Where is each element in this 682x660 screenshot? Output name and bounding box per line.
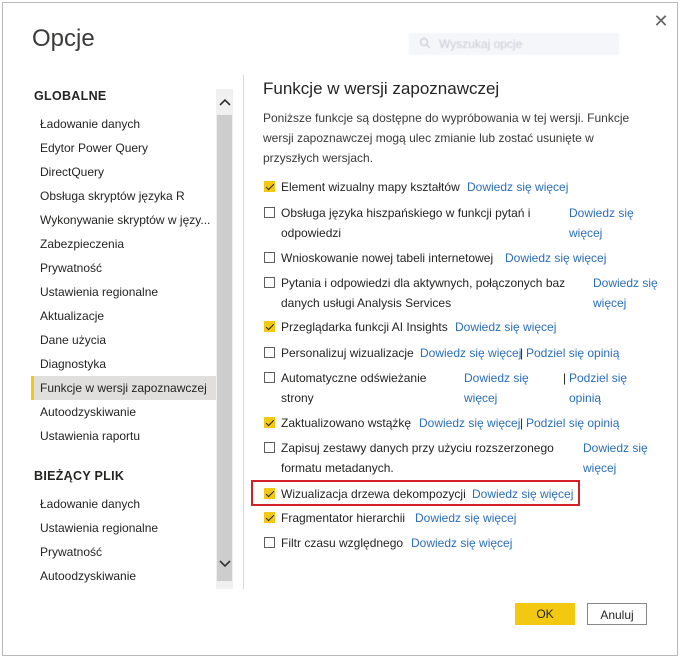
- feature-checkbox[interactable]: [264, 512, 275, 523]
- feature-label: Fragmentator hierarchii: [281, 511, 406, 525]
- nav-item-file-data-load[interactable]: Ładowanie danych: [31, 493, 216, 515]
- feature-label: Element wizualny mapy kształtów: [281, 180, 460, 194]
- ok-button[interactable]: OK: [515, 603, 575, 625]
- options-nav: GLOBALNE Ładowanie danych Edytor Power Q…: [31, 71, 241, 593]
- nav-item-script-execution[interactable]: Wykonywanie skryptów w języ...: [31, 209, 216, 231]
- feedback-link[interactable]: Podziel się opinią: [526, 343, 619, 363]
- section-title: Funkcje w wersji zapoznawczej: [263, 79, 500, 98]
- search-input[interactable]: Wyszukaj opcje: [409, 33, 619, 55]
- feature-checkbox[interactable]: [264, 252, 275, 263]
- nav-item-r-scripting[interactable]: Obsługa skryptów języka R: [31, 185, 216, 207]
- nav-item-privacy[interactable]: Prywatność: [31, 257, 216, 279]
- nav-item-data-load[interactable]: Ładowanie danych: [31, 113, 216, 135]
- feature-checkbox[interactable]: [264, 417, 275, 428]
- search-placeholder: Wyszukaj opcje: [439, 37, 523, 51]
- feature-checkbox[interactable]: [264, 442, 275, 453]
- learn-more-link[interactable]: Dowiedz się więcej: [467, 177, 568, 197]
- feature-label: Automatyczne odświeżanie strony: [281, 371, 427, 405]
- learn-more-link[interactable]: Dowiedz się więcej: [569, 203, 649, 243]
- options-dialog: Opcje ✕ Wyszukaj opcje GLOBALNE Ładowani…: [2, 2, 678, 656]
- learn-more-link[interactable]: Dowiedz się więcej: [455, 317, 556, 337]
- feature-checkbox[interactable]: [264, 537, 275, 548]
- nav-item-preview-features[interactable]: Funkcje w wersji zapoznawczej: [31, 376, 216, 400]
- link-separator: |: [520, 416, 524, 430]
- learn-more-link[interactable]: Dowiedz się więcej: [420, 343, 521, 363]
- nav-item-file-auto-recovery[interactable]: Autoodzyskiwanie: [31, 565, 216, 587]
- feature-label: Filtr czasu względnego: [281, 536, 404, 550]
- nav-item-report-settings[interactable]: Ustawienia raportu: [31, 425, 216, 447]
- nav-item-security[interactable]: Zabezpieczenia: [31, 233, 216, 255]
- scroll-thumb[interactable]: [217, 115, 232, 581]
- feature-label: Personalizuj wizualizacje: [281, 346, 414, 360]
- scroll-up-chevron-icon[interactable]: [216, 91, 233, 113]
- nav-heading-current-file: BIEŻĄCY PLIK: [34, 469, 125, 483]
- nav-item-power-query[interactable]: Edytor Power Query: [31, 137, 216, 159]
- learn-more-link[interactable]: Dowiedz się więcej: [411, 533, 512, 553]
- nav-item-auto-recovery[interactable]: Autoodzyskiwanie: [31, 401, 216, 423]
- nav-item-updates[interactable]: Aktualizacje: [31, 305, 216, 327]
- section-description: Poniższe funkcje są dostępne do wypróbow…: [263, 111, 630, 165]
- feature-label: Zaktualizowano wstążkę: [281, 416, 412, 430]
- feature-label: Wnioskowanie nowej tabeli internetowej: [281, 251, 494, 265]
- feature-checkbox[interactable]: [264, 181, 275, 192]
- cancel-button[interactable]: Anuluj: [587, 603, 647, 625]
- nav-scrollbar[interactable]: [216, 89, 233, 589]
- nav-item-usage-data[interactable]: Dane użycia: [31, 329, 216, 351]
- feature-label: Pytania i odpowiedzi dla aktywnych, połą…: [281, 276, 566, 310]
- feature-checkbox[interactable]: [264, 207, 275, 218]
- close-button[interactable]: ✕: [651, 11, 671, 31]
- highlight-box: [251, 480, 580, 506]
- learn-more-link[interactable]: Dowiedz się więcej: [505, 248, 606, 268]
- nav-item-directquery[interactable]: DirectQuery: [31, 161, 216, 183]
- panel-divider: [243, 75, 244, 589]
- feature-checkbox[interactable]: [264, 347, 275, 358]
- link-separator: |: [520, 346, 524, 360]
- nav-item-diagnostics[interactable]: Diagnostyka: [31, 353, 216, 375]
- learn-more-link[interactable]: Dowiedz się więcej: [583, 438, 663, 478]
- learn-more-link[interactable]: Dowiedz się więcej: [593, 273, 673, 313]
- feature-label: Obsługa języka hiszpańskiego w funkcji p…: [281, 206, 531, 240]
- learn-more-link[interactable]: Dowiedz się więcej: [415, 508, 516, 528]
- dialog-title: Opcje: [32, 25, 95, 52]
- feature-checkbox[interactable]: [264, 372, 275, 383]
- nav-item-file-regional[interactable]: Ustawienia regionalne: [31, 517, 216, 539]
- search-icon: [419, 37, 431, 49]
- scroll-down-chevron-icon[interactable]: [216, 553, 233, 575]
- learn-more-link[interactable]: Dowiedz się więcej: [464, 368, 544, 408]
- feature-label: Przeglądarka funkcji AI Insights: [281, 320, 448, 334]
- feedback-link[interactable]: Podziel się opinią: [569, 368, 639, 408]
- feature-label: Zapisuj zestawy danych przy użyciu rozsz…: [281, 441, 554, 475]
- learn-more-link[interactable]: Dowiedz się więcej: [419, 413, 520, 433]
- nav-item-regional[interactable]: Ustawienia regionalne: [31, 281, 216, 303]
- feature-checkbox[interactable]: [264, 321, 275, 332]
- nav-heading-global: GLOBALNE: [34, 89, 107, 103]
- feature-checkbox[interactable]: [264, 277, 275, 288]
- link-separator: |: [563, 371, 567, 385]
- nav-item-file-privacy[interactable]: Prywatność: [31, 541, 216, 563]
- feedback-link[interactable]: Podziel się opinią: [526, 413, 619, 433]
